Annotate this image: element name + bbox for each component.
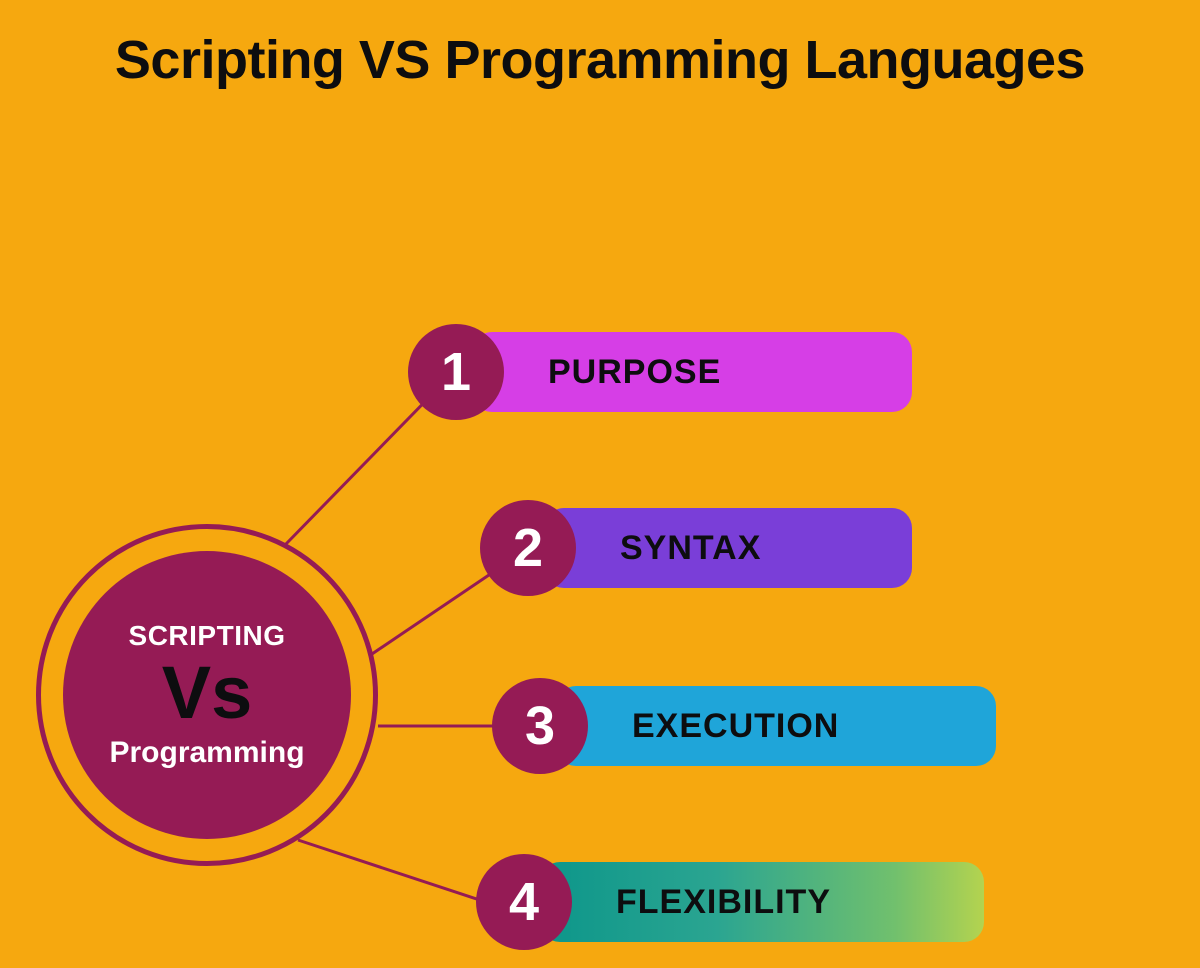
item-number-2: 2 — [480, 500, 576, 596]
hub-circle: SCRIPTING Vs Programming — [63, 551, 351, 839]
hub-text-bottom: Programming — [109, 736, 304, 770]
item-label: FLEXIBILITY — [616, 883, 831, 922]
item-number-3: 3 — [492, 678, 588, 774]
item-pill-flexibility: FLEXIBILITY — [540, 862, 984, 942]
diagram-title: Scripting VS Programming Languages — [0, 28, 1200, 93]
item-label: SYNTAX — [620, 529, 761, 568]
item-pill-execution: EXECUTION — [556, 686, 996, 766]
item-pill-purpose: PURPOSE — [472, 332, 912, 412]
item-number-1: 1 — [408, 324, 504, 420]
item-label: EXECUTION — [632, 707, 839, 746]
item-pill-syntax: SYNTAX — [544, 508, 912, 588]
item-label: PURPOSE — [548, 353, 721, 392]
hub-text-top: SCRIPTING — [129, 620, 286, 652]
hub-text-middle: Vs — [162, 656, 253, 730]
item-number-4: 4 — [476, 854, 572, 950]
